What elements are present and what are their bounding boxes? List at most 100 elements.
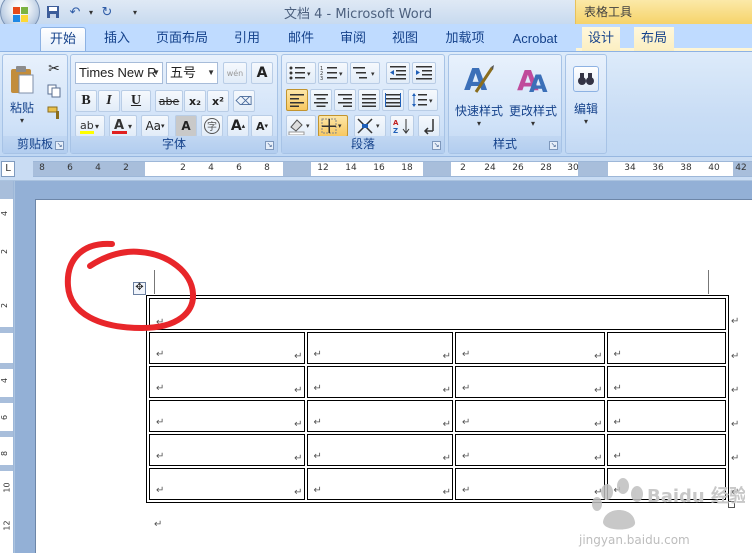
show-marks-button[interactable] — [418, 115, 440, 137]
table-cell[interactable]: ↵ ↵ — [455, 468, 605, 500]
enclose-char-button[interactable]: 字 — [201, 115, 223, 137]
table-cell[interactable]: ↵ ↵ — [455, 366, 605, 398]
document-table[interactable]: ↵ ↵ ↵ ↵ ↵ ↵ ↵ ↵ ↵ ↵ ↵ ↵ ↵ ↵ ↵ ↵ ↵ ↵ ↵ ↵ ↵ ↵ ↵ ↵ ↵ ↵… — [146, 295, 729, 503]
shading-button[interactable]: ▾ — [286, 115, 316, 137]
table-cell[interactable]: ↵ — [606, 434, 726, 466]
tab-insert[interactable]: 插入 — [96, 27, 138, 52]
tab-references[interactable]: 引用 — [226, 27, 268, 52]
sort-button[interactable]: AZ — [390, 115, 414, 137]
tab-home[interactable]: 开始 — [40, 27, 86, 52]
table-cell[interactable]: ↵ ↵ — [306, 468, 454, 500]
change-styles-dropdown-icon[interactable]: ▾ — [531, 119, 535, 128]
tab-selector-button[interactable]: L — [1, 161, 15, 177]
font-name-combo[interactable]: Times New R ▼ — [75, 62, 163, 84]
text-highlight-button[interactable]: ab ▾ — [75, 115, 105, 137]
paragraph-launcher-icon[interactable]: ↘ — [432, 141, 441, 150]
table-cell[interactable]: ↵ ↵ — [149, 434, 305, 466]
char-shading-button[interactable]: A — [251, 62, 273, 84]
vruler-row-marker[interactable] — [0, 397, 13, 403]
paste-dropdown-icon[interactable]: ▾ — [20, 116, 24, 125]
strikethrough-button[interactable]: abe — [155, 90, 183, 112]
font-size-dropdown-icon[interactable]: ▼ — [207, 63, 215, 83]
increase-indent-button[interactable] — [412, 62, 436, 84]
editing-button[interactable]: 编辑 ▾ — [569, 57, 603, 135]
redo-icon[interactable]: ↻ — [98, 3, 116, 21]
cut-icon[interactable]: ✂ — [43, 59, 65, 79]
horizontal-ruler[interactable]: 8 6 4 2 2 4 6 8 12 14 16 18 2 24 26 28 3… — [33, 161, 752, 177]
clear-format-button[interactable]: wén — [223, 62, 247, 84]
font-color-button[interactable]: A ▾ — [109, 115, 137, 137]
justify-button[interactable] — [358, 89, 380, 111]
table-cell[interactable]: ↵ ↵ — [306, 366, 454, 398]
vruler-row-marker[interactable] — [0, 363, 13, 369]
ruler-column-marker[interactable] — [578, 162, 608, 176]
table-cell[interactable]: ↵ ↵ — [306, 434, 454, 466]
table-cell[interactable]: ↵ — [606, 366, 726, 398]
table-cell[interactable]: ↵ ↵ — [455, 332, 605, 364]
tab-design[interactable]: 设计 — [582, 27, 620, 52]
table-cell[interactable]: ↵ ↵ — [149, 400, 305, 432]
grow-font-button[interactable]: A ▴ — [227, 115, 249, 137]
bold-button[interactable]: B — [75, 90, 97, 112]
underline-button[interactable]: U — [121, 90, 151, 112]
ruler-column-marker[interactable] — [423, 162, 451, 176]
quick-styles-button[interactable]: A 快速样式 ▾ — [453, 57, 505, 133]
distributed-button[interactable] — [382, 89, 404, 111]
table-resize-handle[interactable] — [728, 501, 735, 508]
line-spacing-button[interactable]: ▾ — [408, 89, 438, 111]
table-move-handle-icon[interactable]: ✥ — [133, 282, 146, 295]
table-cell[interactable]: ↵ ↵ — [149, 468, 305, 500]
customize-qat-icon[interactable]: ▾ — [126, 3, 144, 21]
quick-styles-dropdown-icon[interactable]: ▾ — [477, 119, 481, 128]
change-styles-button[interactable]: AA 更改样式 ▾ — [507, 57, 559, 133]
vertical-ruler[interactable]: 4 2 2 4 6 8 10 12 — [0, 181, 14, 553]
table-cell-merged[interactable]: ↵ — [149, 298, 726, 330]
tab-acrobat[interactable]: Acrobat — [504, 27, 566, 52]
ruler-column-marker[interactable] — [283, 162, 311, 176]
copy-icon[interactable] — [43, 81, 65, 101]
char-border-button[interactable]: A — [175, 115, 197, 137]
table-cell[interactable]: ↵ — [606, 468, 726, 500]
paste-button[interactable]: 粘贴 ▾ — [6, 58, 38, 132]
vruler-row-marker[interactable] — [0, 431, 13, 437]
tab-page-layout[interactable]: 页面布局 — [150, 27, 214, 52]
align-right-button[interactable] — [334, 89, 356, 111]
tab-layout[interactable]: 布局 — [634, 27, 674, 52]
shrink-font-button[interactable]: A ▾ — [251, 115, 273, 137]
table-cell[interactable]: ↵ ↵ — [149, 332, 305, 364]
decrease-indent-button[interactable] — [386, 62, 410, 84]
superscript-button[interactable]: x² — [207, 90, 229, 112]
numbering-button[interactable]: 1 2 3 ▾ — [318, 62, 348, 84]
change-case-button[interactable]: Aa ▾ — [141, 115, 169, 137]
asian-layout-button[interactable]: ▾ — [354, 115, 386, 137]
multilevel-list-button[interactable]: ▾ — [350, 62, 380, 84]
table-cell[interactable]: ↵ ↵ — [306, 400, 454, 432]
tab-mailings[interactable]: 邮件 — [280, 27, 322, 52]
bullets-button[interactable]: ▾ — [286, 62, 316, 84]
vruler-row-marker[interactable] — [0, 327, 13, 333]
tab-addins[interactable]: 加载项 — [438, 27, 492, 52]
italic-button[interactable]: I — [98, 90, 120, 112]
clipboard-launcher-icon[interactable]: ↘ — [55, 141, 64, 150]
save-icon[interactable] — [44, 3, 62, 21]
editing-dropdown-icon[interactable]: ▾ — [584, 117, 588, 126]
table-cell[interactable]: ↵ ↵ — [455, 400, 605, 432]
subscript-button[interactable]: x₂ — [184, 90, 206, 112]
table-cell[interactable]: ↵ ↵ — [306, 332, 454, 364]
align-center-button[interactable] — [310, 89, 332, 111]
clear-formatting-icon[interactable]: ⌫ — [233, 90, 255, 112]
font-launcher-icon[interactable]: ↘ — [265, 141, 274, 150]
align-left-button[interactable] — [286, 89, 308, 111]
table-cell[interactable]: ↵ ↵ — [149, 366, 305, 398]
table-cell[interactable]: ↵ ↵ — [455, 434, 605, 466]
tab-review[interactable]: 审阅 — [332, 27, 374, 52]
vruler-row-marker[interactable] — [0, 465, 13, 471]
table-cell[interactable]: ↵ — [606, 400, 726, 432]
tab-view[interactable]: 视图 — [384, 27, 426, 52]
font-name-dropdown-icon[interactable]: ▼ — [152, 63, 160, 83]
borders-button[interactable]: ▾ — [318, 115, 348, 137]
table-cell[interactable]: ↵ — [606, 332, 726, 364]
styles-launcher-icon[interactable]: ↘ — [549, 141, 558, 150]
font-size-combo[interactable]: 五号 ▼ — [166, 62, 218, 84]
format-painter-icon[interactable] — [43, 103, 65, 123]
